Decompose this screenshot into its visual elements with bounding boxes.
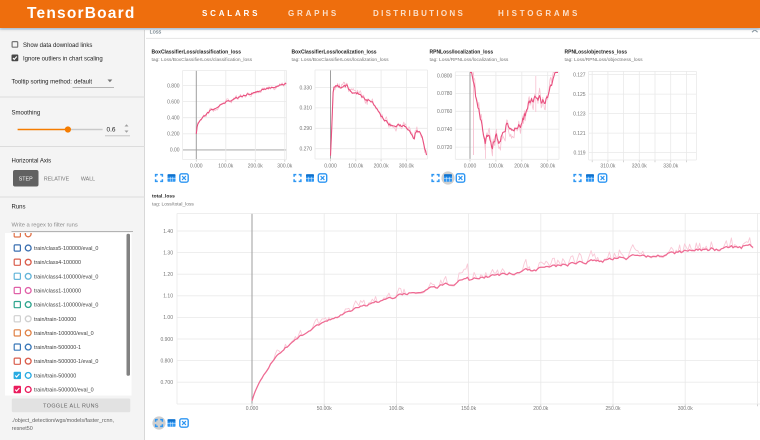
svg-text:0.119: 0.119 xyxy=(573,150,585,156)
svg-text:330.0k: 330.0k xyxy=(663,164,679,170)
svg-text:50.00k: 50.00k xyxy=(317,406,333,412)
svg-text:tag: Loss/BoxClassifierLoss/cl: tag: Loss/BoxClassifierLoss/classificati… xyxy=(152,57,253,63)
svg-text:TOGGLE ALL RUNS: TOGGLE ALL RUNS xyxy=(43,404,99,410)
svg-text:0.270: 0.270 xyxy=(299,147,312,153)
svg-text:0.0720: 0.0720 xyxy=(437,145,453,151)
svg-text:train/class4-100000/eval_0: train/class4-100000/eval_0 xyxy=(34,274,98,280)
svg-text:1.00: 1.00 xyxy=(163,315,173,321)
svg-text:Tooltip sorting method:: Tooltip sorting method: xyxy=(12,79,73,85)
svg-text:300.0k: 300.0k xyxy=(277,164,293,170)
svg-text:100.0k: 100.0k xyxy=(389,406,405,412)
svg-text:1.10: 1.10 xyxy=(163,294,173,300)
svg-text:Ignore outliers in chart scali: Ignore outliers in chart scaling xyxy=(23,57,103,63)
svg-text:default: default xyxy=(74,79,92,85)
svg-text:0.330: 0.330 xyxy=(299,85,312,91)
svg-text:200.0k: 200.0k xyxy=(533,406,549,412)
svg-text:0.6: 0.6 xyxy=(107,127,116,134)
svg-text:0.0780: 0.0780 xyxy=(437,91,453,97)
svg-text:RELATIVE: RELATIVE xyxy=(44,177,70,183)
svg-text:0.127: 0.127 xyxy=(573,72,586,78)
svg-text:0.123: 0.123 xyxy=(573,111,586,117)
svg-text:resnet50: resnet50 xyxy=(12,426,33,432)
svg-text:./object_detection/wgs/models/: ./object_detection/wgs/models/faster_rcn… xyxy=(12,418,115,424)
svg-text:tag: Loss/RPNLoss/objectness_l: tag: Loss/RPNLoss/objectness_loss xyxy=(565,57,644,63)
svg-text:0.200: 0.200 xyxy=(167,132,180,138)
svg-text:0.0740: 0.0740 xyxy=(437,127,453,133)
svg-text:300.0k: 300.0k xyxy=(540,164,556,170)
svg-text:0.600: 0.600 xyxy=(167,99,180,105)
svg-text:0.000: 0.000 xyxy=(464,164,477,170)
svg-text:train/class5-100000/eval_0: train/class5-100000/eval_0 xyxy=(34,246,98,252)
svg-text:RPNLoss/localization_loss: RPNLoss/localization_loss xyxy=(430,50,494,56)
svg-text:train/train-500000-1/eval_0: train/train-500000-1/eval_0 xyxy=(34,359,98,365)
svg-text:0.290: 0.290 xyxy=(299,126,312,132)
svg-text:0.400: 0.400 xyxy=(167,116,180,122)
svg-text:310.0k: 310.0k xyxy=(600,164,616,170)
svg-text:total_loss: total_loss xyxy=(152,194,175,200)
svg-text:1.30: 1.30 xyxy=(163,250,173,256)
svg-text:train/train-500000-1: train/train-500000-1 xyxy=(34,345,81,351)
svg-text:Write a regex to filter runs: Write a regex to filter runs xyxy=(12,223,78,229)
svg-text:300.0k: 300.0k xyxy=(678,406,694,412)
svg-text:200.0k: 200.0k xyxy=(374,164,390,170)
svg-text:0.310: 0.310 xyxy=(299,106,312,112)
svg-text:train/train-100000: train/train-100000 xyxy=(34,317,76,323)
svg-text:Show data download links: Show data download links xyxy=(23,43,92,49)
svg-text:100.0k: 100.0k xyxy=(488,164,504,170)
svg-text:BoxClassifierLoss/classificati: BoxClassifierLoss/classification_loss xyxy=(152,50,242,56)
svg-text:train/train-500000/eval_0: train/train-500000/eval_0 xyxy=(34,388,94,394)
svg-text:0.000: 0.000 xyxy=(246,406,259,412)
svg-text:0.00: 0.00 xyxy=(170,148,180,154)
svg-text:0.125: 0.125 xyxy=(573,92,586,98)
svg-text:150.0k: 150.0k xyxy=(461,406,477,412)
svg-text:0.900: 0.900 xyxy=(160,337,173,343)
svg-text:Smoothing: Smoothing xyxy=(12,111,41,117)
svg-text:Runs: Runs xyxy=(12,205,26,211)
svg-text:0.0800: 0.0800 xyxy=(437,73,453,79)
svg-text:100.0k: 100.0k xyxy=(218,164,234,170)
svg-text:RPNLoss/objectness_loss: RPNLoss/objectness_loss xyxy=(565,50,628,56)
svg-text:0.700: 0.700 xyxy=(160,380,173,386)
svg-text:0.800: 0.800 xyxy=(160,358,173,364)
svg-text:1.20: 1.20 xyxy=(163,272,173,278)
svg-text:200.0k: 200.0k xyxy=(248,164,264,170)
svg-text:tag: Loss/BoxClassifierLoss/lo: tag: Loss/BoxClassifierLoss/localization… xyxy=(292,57,390,63)
svg-text:train/train-100000/eval_0: train/train-100000/eval_0 xyxy=(34,331,94,337)
svg-text:train/class1-100000: train/class1-100000 xyxy=(34,289,81,295)
svg-text:Horizontal Axis: Horizontal Axis xyxy=(12,159,52,165)
svg-text:train/class4-100000: train/class4-100000 xyxy=(34,260,81,266)
svg-text:100.0k: 100.0k xyxy=(348,164,364,170)
svg-text:0.000: 0.000 xyxy=(324,164,337,170)
svg-text:200.0k: 200.0k xyxy=(514,164,530,170)
svg-text:300.0k: 300.0k xyxy=(399,164,415,170)
svg-text:320.0k: 320.0k xyxy=(632,164,648,170)
svg-text:train/class1-100000/eval_0: train/class1-100000/eval_0 xyxy=(34,303,98,309)
svg-text:0.121: 0.121 xyxy=(573,131,586,137)
svg-text:tag: Loss/RPNLoss/localization: tag: Loss/RPNLoss/localization_loss xyxy=(430,57,509,63)
svg-text:0.000: 0.000 xyxy=(190,164,203,170)
svg-text:0.800: 0.800 xyxy=(167,83,180,89)
svg-text:STEP: STEP xyxy=(19,177,33,183)
svg-text:WALL: WALL xyxy=(81,177,95,183)
svg-text:BoxClassifierLoss/localization: BoxClassifierLoss/localization_loss xyxy=(292,50,377,56)
svg-text:250.0k: 250.0k xyxy=(605,406,621,412)
svg-text:Loss: Loss xyxy=(150,30,162,36)
svg-text:1.40: 1.40 xyxy=(163,229,173,235)
svg-text:train/train-500000: train/train-500000 xyxy=(34,373,76,379)
svg-text:tag: Loss/total_loss: tag: Loss/total_loss xyxy=(152,201,194,207)
svg-text:0.0760: 0.0760 xyxy=(437,109,453,115)
